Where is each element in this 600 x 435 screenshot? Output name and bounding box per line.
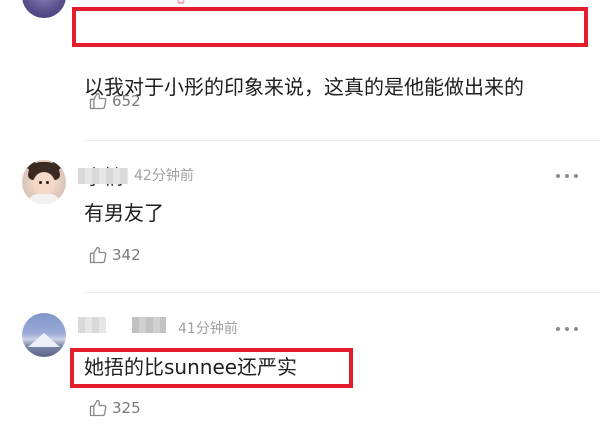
- highlight-box: [72, 7, 588, 47]
- comment-item: ✿ 以我对于小彤的印象来说，这真的是他能做出来的 事情 652: [0, 0, 600, 189]
- more-options-button[interactable]: [556, 173, 578, 179]
- comment-time: 41分钟前: [178, 321, 238, 337]
- like-button[interactable]: 325: [88, 397, 141, 419]
- avatar[interactable]: [22, 0, 66, 18]
- thumbs-up-icon: [89, 399, 107, 417]
- avatar[interactable]: [22, 313, 66, 357]
- like-count: 652: [112, 92, 141, 110]
- like-button[interactable]: 652: [88, 90, 141, 112]
- more-options-button[interactable]: [556, 326, 578, 332]
- avatar[interactable]: [22, 160, 66, 204]
- more-dots-icon: [556, 174, 560, 178]
- username[interactable]: [78, 168, 128, 184]
- highlight-box: [70, 348, 353, 388]
- username[interactable]: [78, 317, 106, 333]
- like-count: 342: [112, 246, 141, 264]
- like-button[interactable]: 342: [88, 244, 141, 266]
- comment-text: 有男友了: [84, 201, 164, 225]
- like-count: 325: [112, 399, 141, 417]
- decoration-glyph: ✿: [176, 0, 190, 4]
- thumbs-up-icon: [89, 92, 107, 110]
- comment-item: 41分钟前 她捂的比sunnee还严实 325: [0, 292, 600, 435]
- username[interactable]: [132, 317, 166, 333]
- comment-item: 42分钟前 有男友了 342: [0, 140, 600, 290]
- thumbs-up-icon: [89, 246, 107, 264]
- more-dots-icon: [556, 327, 560, 331]
- comment-time: 42分钟前: [134, 168, 194, 184]
- comment-text-line: 以我对于小彤的印象来说，这真的是他能做出来的: [84, 75, 524, 99]
